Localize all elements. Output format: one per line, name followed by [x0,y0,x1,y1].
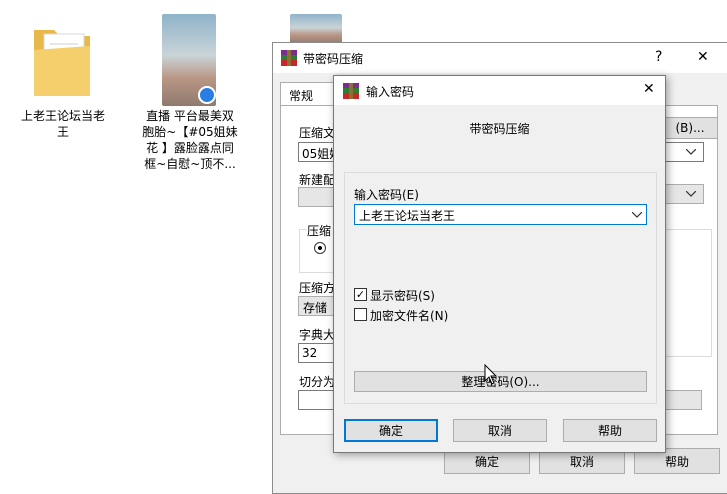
mouse-cursor-icon [484,364,498,385]
archive-window-titlebar[interactable]: 带密码压缩 ? ✕ [273,43,727,73]
dialog-cancel-button[interactable]: 取消 [453,419,547,442]
set-password-button[interactable] [664,390,702,410]
dictionary-label: 字典大 [299,328,335,342]
close-icon[interactable]: ✕ [643,81,655,97]
password-dialog: 输入密码 ✕ 带密码压缩 输入密码(E) 上老王论坛当老王 ✓ 显示密码(S) … [333,75,666,453]
dialog-header: 带密码压缩 [469,122,530,136]
video-thumbnail[interactable] [290,14,342,44]
show-password-label[interactable]: 显示密码(S) [370,287,435,304]
archive-name-input[interactable]: 05姐妹 [298,142,338,162]
dialog-ok-button[interactable]: 确定 [344,419,438,442]
dictionary-input[interactable]: 32 [298,343,338,363]
video-label: 框~自慰~顶不... [144,157,236,171]
video-label: 直播 平台最美双 [146,109,234,123]
close-icon[interactable]: ✕ [697,49,709,65]
method-dropdown[interactable]: 存储 [298,296,338,316]
desktop-folder[interactable]: 上老王论坛当老 王 [18,14,108,144]
method-label: 压缩方 [299,281,335,295]
show-password-checkbox[interactable]: ✓ [354,288,367,301]
encrypt-names-checkbox[interactable] [354,308,367,321]
chevron-down-icon [632,212,642,218]
encrypt-names-label[interactable]: 加密文件名(N) [370,307,448,324]
folder-icon [34,30,90,96]
folder-label: 王 [56,125,69,139]
archive-window-title: 带密码压缩 [303,52,364,66]
dialog-help-button[interactable]: 帮助 [563,419,657,442]
help-icon[interactable]: ? [655,49,662,65]
password-dialog-titlebar[interactable]: 输入密码 ✕ [334,76,665,105]
winrar-icon [281,50,297,66]
password-input[interactable]: 上老王论坛当老王 [354,204,647,225]
password-label: 输入密码(E) [354,188,419,202]
update-mode-dropdown[interactable] [664,184,704,204]
profile-label: 新建配 [299,173,335,187]
tab-general[interactable]: 常规 [280,82,336,106]
archive-name-label: 压缩文 [299,126,335,140]
split-input[interactable] [298,390,338,410]
password-dialog-title: 输入密码 [366,85,415,99]
organize-passwords-button[interactable]: 整理密码(O)... [354,371,647,392]
player-badge-icon [198,86,216,104]
format-radio[interactable] [314,242,326,254]
split-label: 切分为 [299,375,335,389]
chevron-down-icon [686,191,696,197]
video-label: 花 】露脸露点同 [146,141,234,155]
winrar-icon [343,83,359,99]
archive-format-label: 压缩 [307,222,335,239]
browse-button[interactable]: (B)... [662,117,718,139]
video-label: 胞胎~【#05姐妹 [142,125,238,139]
check-icon: ✓ [355,288,366,301]
chevron-down-icon [686,149,696,155]
options-group [664,229,712,357]
folder-label: 上老王论坛当老 [20,109,105,123]
archive-name-dropdown[interactable] [664,142,704,162]
desktop-video-file[interactable]: 直播 平台最美双 胞胎~【#05姐妹 花 】露脸露点同 框~自慰~顶不... [136,14,244,184]
profile-dropdown[interactable] [298,187,338,207]
